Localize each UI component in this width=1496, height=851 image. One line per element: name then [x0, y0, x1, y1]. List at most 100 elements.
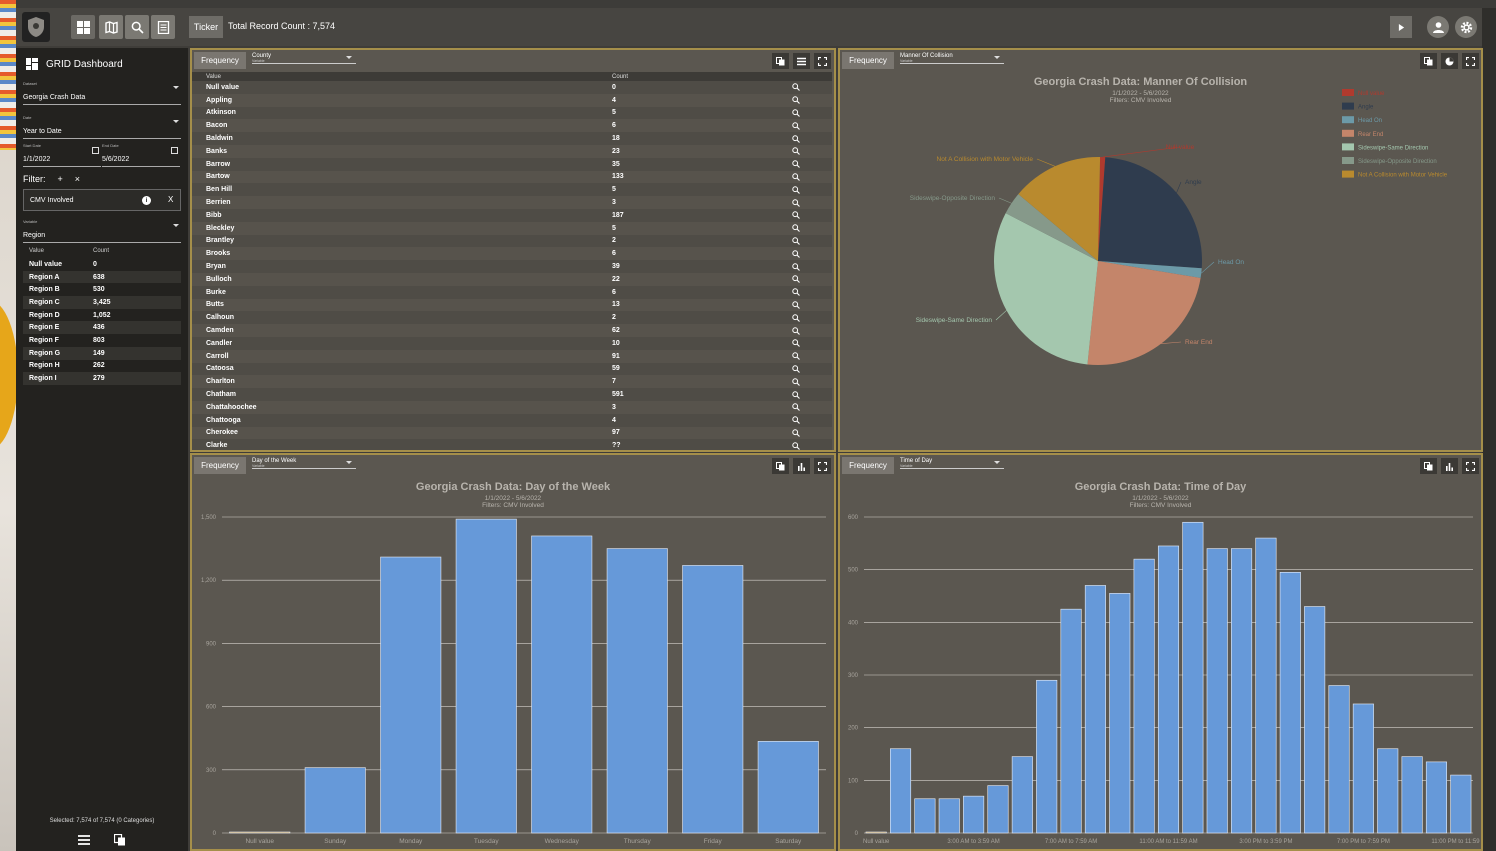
search-icon[interactable]: [792, 147, 812, 156]
table-row[interactable]: Bleckley 5: [192, 221, 832, 235]
search-icon[interactable]: [792, 301, 812, 309]
table-row[interactable]: Brantley 2: [192, 234, 832, 248]
table-row[interactable]: Bibb 187: [192, 208, 832, 222]
copy-button[interactable]: [1420, 53, 1437, 69]
table-row[interactable]: Banks 23: [192, 144, 832, 158]
info-icon[interactable]: i: [142, 196, 151, 205]
table-row[interactable]: Berrien 3: [192, 196, 832, 209]
table-row[interactable]: Region C 3,425: [23, 296, 181, 309]
search-icon[interactable]: [792, 83, 812, 92]
frequency-button[interactable]: Frequency: [842, 457, 894, 474]
dashboard-grid-button[interactable]: [71, 15, 95, 39]
search-icon[interactable]: [792, 416, 812, 424]
remove-filter-button[interactable]: X: [168, 195, 173, 204]
expand-button[interactable]: [814, 458, 831, 474]
start-date-field[interactable]: Start Date 1/1/2022: [23, 143, 101, 167]
ticker-button[interactable]: Ticker: [189, 16, 223, 38]
search-icon[interactable]: [792, 339, 812, 348]
table-row[interactable]: Null value 0: [192, 81, 832, 94]
variable-select[interactable]: Manner Of Collision Variable: [900, 53, 1004, 64]
search-icon[interactable]: [792, 378, 812, 386]
table-row[interactable]: Barrow 35: [192, 157, 832, 171]
app-logo-icon[interactable]: [22, 12, 50, 42]
table-row[interactable]: Baldwin 18: [192, 132, 832, 145]
table-row[interactable]: Region E 436: [23, 321, 181, 335]
search-icon[interactable]: [792, 442, 812, 450]
calendar-icon[interactable]: [171, 147, 178, 154]
search-icon[interactable]: [792, 352, 812, 361]
report-button[interactable]: [151, 15, 175, 39]
copy-button[interactable]: [1420, 458, 1437, 474]
table-row[interactable]: Region I 279: [23, 372, 181, 385]
table-row[interactable]: Region H 262: [23, 360, 181, 373]
search-icon[interactable]: [792, 186, 812, 194]
search-icon[interactable]: [792, 122, 812, 130]
table-row[interactable]: Catoosa 59: [192, 362, 832, 376]
table-row[interactable]: Bryan 39: [192, 260, 832, 273]
variable-select[interactable]: Day of the Week Variable: [252, 458, 356, 469]
table-row[interactable]: Atkinson 5: [192, 106, 832, 120]
search-icon[interactable]: [792, 314, 812, 322]
search-icon[interactable]: [792, 275, 812, 284]
table-row[interactable]: Burke 6: [192, 285, 832, 299]
search-icon[interactable]: [792, 211, 812, 220]
table-row[interactable]: Region B 530: [23, 283, 181, 296]
search-icon[interactable]: [792, 160, 812, 169]
end-date-field[interactable]: End Date 5/6/2022: [102, 143, 180, 167]
calendar-icon[interactable]: [92, 147, 99, 154]
search-icon[interactable]: [792, 96, 812, 105]
table-row[interactable]: Region A 638: [23, 270, 181, 284]
table-row[interactable]: Bartow 133: [192, 170, 832, 184]
table-row[interactable]: Region F 803: [23, 334, 181, 347]
table-row[interactable]: Null value 0: [23, 258, 181, 271]
search-icon[interactable]: [792, 390, 812, 399]
date-range-select[interactable]: Date Year to Date: [23, 115, 181, 139]
search-icon[interactable]: [792, 237, 812, 245]
table-row[interactable]: Candler 10: [192, 336, 832, 350]
bar-view-button[interactable]: [793, 458, 810, 474]
pie-view-button[interactable]: [1441, 53, 1458, 69]
frequency-button[interactable]: Frequency: [842, 52, 894, 69]
expand-button[interactable]: [814, 53, 831, 69]
copy-button[interactable]: [772, 458, 789, 474]
table-row[interactable]: Chattahoochee 3: [192, 400, 832, 414]
table-row[interactable]: Ben Hill 5: [192, 183, 832, 197]
bar-view-button[interactable]: [1441, 458, 1458, 474]
copy-button[interactable]: [772, 53, 789, 69]
table-row[interactable]: Appling 4: [192, 93, 832, 107]
table-row[interactable]: Clarke??: [192, 439, 832, 450]
table-row[interactable]: Bulloch 22: [192, 272, 832, 286]
table-row[interactable]: Cherokee 97: [192, 426, 832, 440]
table-row[interactable]: Brooks 6: [192, 247, 832, 261]
table-row[interactable]: Butts 13: [192, 298, 832, 312]
search-icon[interactable]: [792, 262, 812, 271]
search-icon[interactable]: [792, 134, 812, 143]
filter-chip[interactable]: CMV Involved i X: [23, 189, 181, 211]
search-icon[interactable]: [792, 173, 812, 181]
list-icon[interactable]: [78, 834, 90, 846]
table-view-button[interactable]: [793, 53, 810, 69]
play-button[interactable]: [1390, 16, 1412, 38]
variable-select[interactable]: Time of Day Variable: [900, 458, 1004, 469]
map-button[interactable]: [99, 15, 123, 39]
search-icon[interactable]: [792, 250, 812, 258]
search-button[interactable]: [125, 15, 149, 39]
search-icon[interactable]: [792, 429, 812, 437]
search-icon[interactable]: [792, 109, 812, 117]
dataset-select[interactable]: Dataset Georgia Crash Data: [23, 81, 181, 105]
search-icon[interactable]: [792, 198, 812, 207]
clear-filters-button[interactable]: ×: [75, 174, 80, 184]
table-row[interactable]: Carroll 91: [192, 349, 832, 363]
table-row[interactable]: Calhoun 2: [192, 311, 832, 325]
search-icon[interactable]: [792, 224, 812, 233]
search-icon[interactable]: [792, 365, 812, 373]
table-row[interactable]: Bacon 6: [192, 119, 832, 133]
copy-icon[interactable]: [114, 834, 126, 846]
search-icon[interactable]: [792, 288, 812, 297]
table-row[interactable]: Charlton 7: [192, 375, 832, 389]
table-row[interactable]: Camden 62: [192, 324, 832, 337]
table-row[interactable]: Chatham 591: [192, 388, 832, 401]
expand-button[interactable]: [1462, 458, 1479, 474]
frequency-button[interactable]: Frequency: [194, 52, 246, 69]
search-icon[interactable]: [792, 326, 812, 335]
